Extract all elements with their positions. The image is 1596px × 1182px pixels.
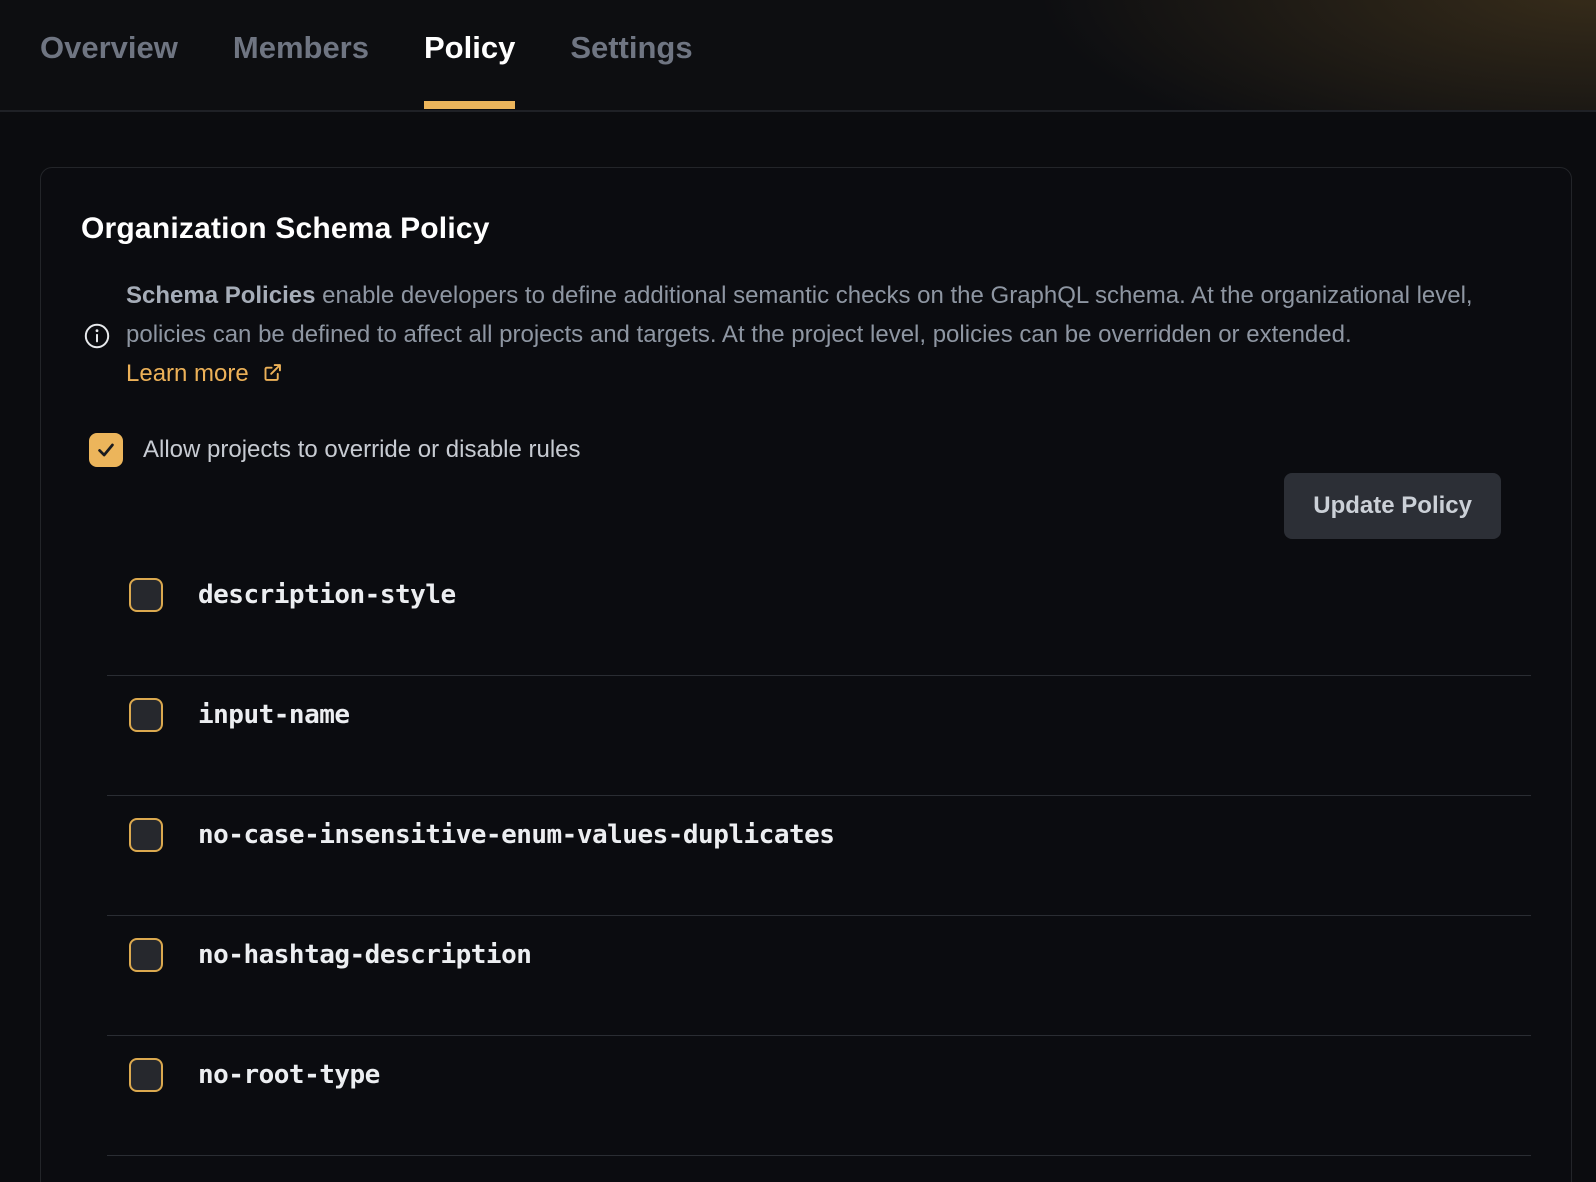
policy-info-callout: Schema Policies enable developers to def…	[83, 276, 1531, 395]
rule-row[interactable]: no-case-insensitive-enum-values-duplicat…	[107, 796, 1531, 916]
rule-checkbox[interactable]	[129, 1058, 163, 1092]
rule-row[interactable]: no-root-type	[107, 1036, 1531, 1156]
rule-name: input-name	[198, 700, 350, 730]
org-tab[interactable]: Settings	[570, 0, 692, 110]
page-title: Organization Schema Policy	[81, 212, 1531, 246]
external-link-icon	[256, 362, 284, 389]
rule-checkbox[interactable]	[129, 818, 163, 852]
rule-name: description-style	[198, 580, 456, 610]
rule-name: no-case-insensitive-enum-values-duplicat…	[198, 820, 834, 850]
org-tab[interactable]: Policy	[424, 0, 515, 110]
rules-list: description-style input-name no-case-ins	[107, 556, 1531, 1156]
allow-override-checkbox[interactable]	[89, 433, 123, 467]
actions-row: Update Policy	[81, 473, 1501, 539]
rule-name: no-hashtag-description	[198, 940, 531, 970]
rule-checkbox[interactable]	[129, 698, 163, 732]
tab-label: Overview	[40, 30, 178, 66]
learn-more-link[interactable]: Learn more	[126, 360, 283, 387]
rule-row[interactable]: no-hashtag-description	[107, 916, 1531, 1036]
rule-row[interactable]: input-name	[107, 676, 1531, 796]
allow-override-row[interactable]: Allow projects to override or disable ru…	[89, 433, 1531, 467]
org-tab-bar: Overview Members Policy Settings	[0, 0, 1596, 112]
policy-description-lead: Schema Policies	[126, 282, 315, 309]
learn-more-label: Learn more	[126, 360, 249, 387]
policy-description-body: enable developers to define additional s…	[126, 282, 1473, 348]
rule-name: no-root-type	[198, 1060, 380, 1090]
rule-row[interactable]: description-style	[107, 556, 1531, 676]
update-policy-button[interactable]: Update Policy	[1284, 473, 1501, 539]
org-tab[interactable]: Members	[233, 0, 369, 110]
rule-checkbox[interactable]	[129, 578, 163, 612]
allow-override-label: Allow projects to override or disable ru…	[143, 436, 581, 464]
checkmark-icon	[95, 439, 117, 461]
policy-description: Schema Policies enable developers to def…	[126, 276, 1498, 395]
info-icon	[83, 322, 111, 350]
tab-label: Policy	[424, 30, 515, 66]
tab-label: Settings	[570, 30, 692, 66]
org-tab[interactable]: Overview	[40, 0, 178, 110]
schema-policy-card: Organization Schema Policy Schema Polici…	[40, 167, 1572, 1182]
tab-label: Members	[233, 30, 369, 66]
rule-checkbox[interactable]	[129, 938, 163, 972]
